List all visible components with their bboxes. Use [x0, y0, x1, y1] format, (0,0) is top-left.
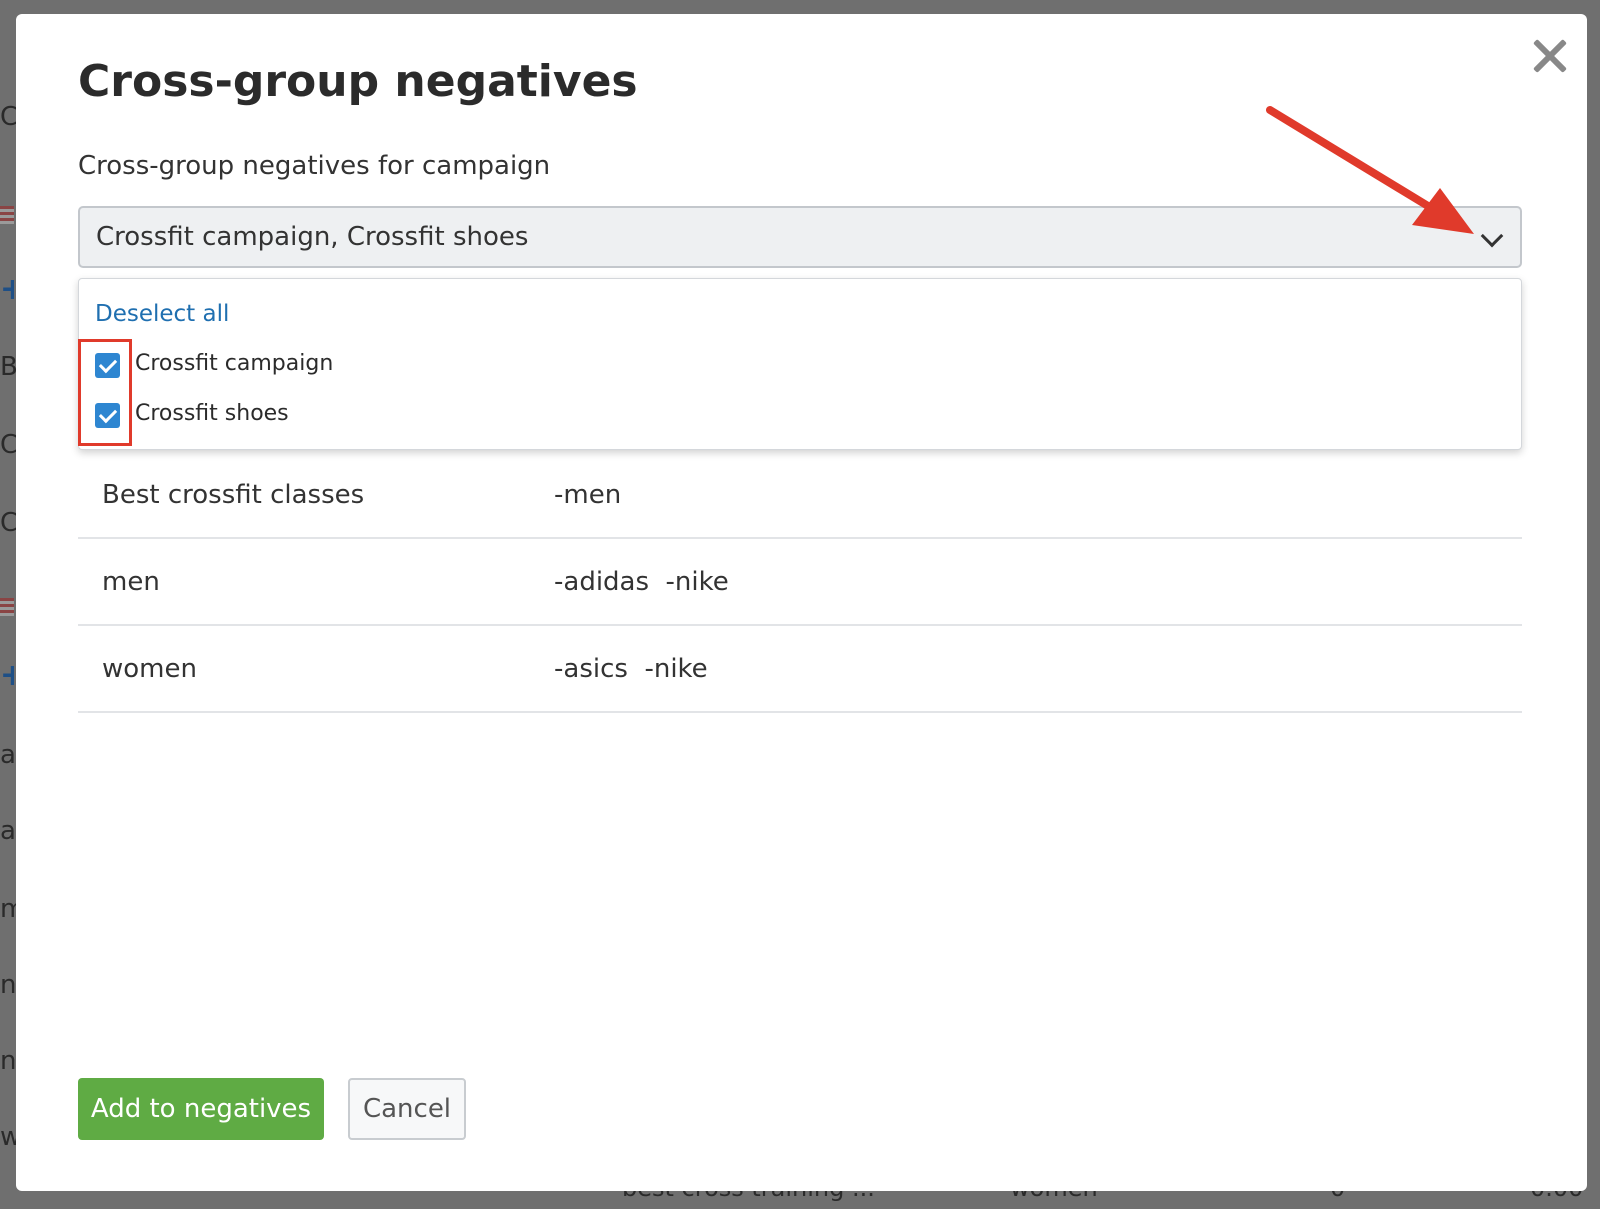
bg-text-fragment: ac	[0, 740, 16, 770]
option-label: Crossfit shoes	[135, 401, 289, 426]
ad-group-cell: women	[102, 654, 197, 684]
annotation-highlight-box	[78, 339, 132, 446]
close-icon[interactable]	[1526, 32, 1574, 80]
negatives-cell: -asics -nike	[554, 654, 708, 684]
table-row: Best crossfit classes -men	[78, 452, 1522, 539]
bg-text-fragment: ni	[0, 1046, 16, 1076]
add-to-negatives-button[interactable]: Add to negatives	[78, 1078, 324, 1140]
negatives-table: Best crossfit classes -men men -adidas -…	[78, 452, 1522, 713]
flag-icon	[0, 206, 14, 224]
cross-group-negatives-modal: Cross-group negatives Cross-group negati…	[16, 14, 1587, 1191]
modal-title: Cross-group negatives	[78, 56, 638, 107]
campaign-select-value: Crossfit campaign, Crossfit shoes	[96, 222, 529, 252]
campaign-select[interactable]: Crossfit campaign, Crossfit shoes	[78, 206, 1522, 268]
deselect-all-link[interactable]: Deselect all	[95, 301, 229, 327]
plus-icon: +	[0, 658, 14, 693]
bg-text-fragment: m	[0, 894, 16, 924]
table-row: women -asics -nike	[78, 626, 1522, 713]
chevron-down-icon[interactable]	[1480, 224, 1504, 248]
campaign-dropdown-menu: Deselect all Crossfit campaign Crossfit …	[78, 278, 1522, 450]
negatives-cell: -adidas -nike	[554, 567, 729, 597]
bg-text-fragment: Be	[0, 352, 16, 382]
bg-text-fragment: Cr	[0, 508, 16, 538]
campaign-field-label: Cross-group negatives for campaign	[78, 151, 551, 181]
option-label: Crossfit campaign	[135, 351, 334, 376]
bg-text-fragment: as	[0, 816, 16, 846]
table-row: men -adidas -nike	[78, 539, 1522, 626]
cancel-button[interactable]: Cancel	[348, 1078, 466, 1140]
bg-text-fragment: Ca	[0, 102, 16, 132]
plus-icon: +	[0, 272, 14, 307]
ad-group-cell: Best crossfit classes	[102, 480, 365, 510]
bg-text-fragment: Cr	[0, 430, 16, 460]
ad-group-cell: men	[102, 567, 160, 597]
negatives-cell: -men	[554, 480, 622, 510]
flag-icon	[0, 598, 14, 616]
bg-text-fragment: ni	[0, 970, 16, 1000]
bg-text-fragment: w	[0, 1122, 16, 1152]
